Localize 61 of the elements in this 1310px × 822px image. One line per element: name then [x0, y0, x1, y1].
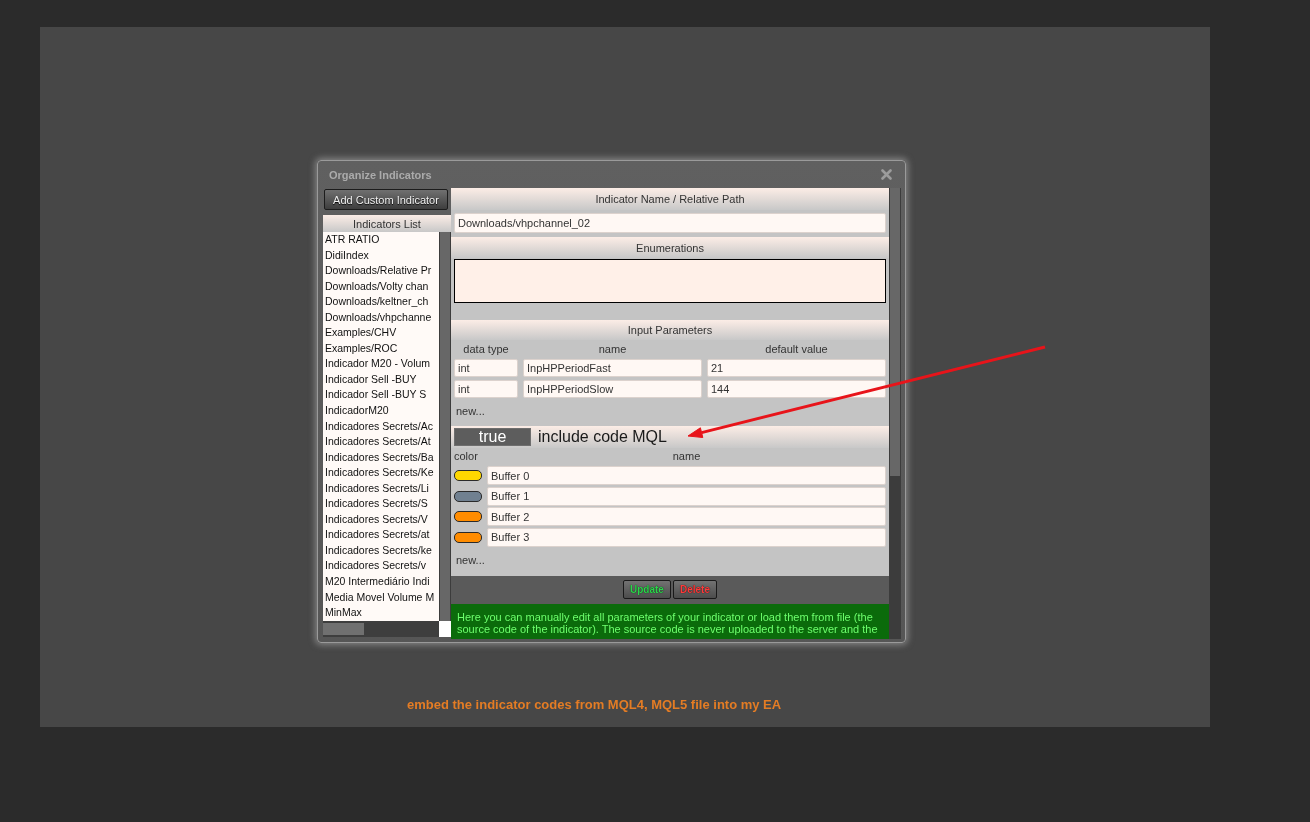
caption: embed the indicator codes from MQL4, MQL5 file into my EA	[407, 697, 782, 712]
list-item[interactable]: Downloads/Relative Pr	[323, 263, 439, 279]
vertical-scrollbar[interactable]	[439, 232, 451, 621]
data-type-field[interactable]: int	[454, 359, 518, 377]
list-item[interactable]: Media Movel Volume M	[323, 589, 439, 606]
list-item[interactable]: Indicadores Secrets/V	[323, 511, 439, 528]
buffer-name-field[interactable]: Buffer 1	[487, 486, 886, 506]
list-item[interactable]: Downloads/Volty chan	[323, 278, 439, 295]
section-header: Enumerations	[451, 237, 889, 258]
list-item[interactable]: Examples/ROC	[323, 340, 439, 357]
new-link[interactable]: new...	[456, 404, 485, 418]
list-item[interactable]: Downloads/keltner_ch	[323, 294, 439, 310]
list-item[interactable]: Downloads/vhpchanne	[323, 309, 439, 326]
help-text: Here you can manually edit all parameters of your indicator or load them from file (the source code of the indicator). The source code is never uploaded to the server and the	[451, 603, 889, 639]
buffer-name-field[interactable]: Buffer 0	[487, 466, 886, 485]
list-item[interactable]: Indicador Sell -BUY	[323, 371, 439, 388]
list-item[interactable]: Indicadores Secrets/At	[323, 434, 439, 450]
color-swatch-icon[interactable]	[454, 511, 482, 522]
list-item[interactable]: IndicadorM20	[323, 403, 439, 419]
list-item[interactable]: Indicadores Secrets/at	[323, 527, 439, 543]
buffer-name-field[interactable]: Buffer 2	[487, 507, 886, 526]
list-item[interactable]: ATR RATIO	[323, 232, 439, 248]
new-link[interactable]: new...	[456, 552, 485, 567]
list-item[interactable]: Indicadores Secrets/ke	[323, 542, 439, 559]
list-header: Indicators List	[323, 215, 451, 232]
color-swatch-icon[interactable]	[454, 470, 482, 481]
list-item[interactable]: Indicadores Secrets/Li	[323, 480, 439, 497]
list-item[interactable]: M20 Intermediário Indi	[323, 574, 439, 590]
list-item[interactable]: Indicadores Secrets/S	[323, 496, 439, 512]
add-custom-indicator-button[interactable]: Add Custom Indicator	[324, 189, 448, 210]
list-item[interactable]: Indicador M20 - Volum	[323, 356, 439, 372]
toggle-button[interactable]: true	[454, 428, 531, 446]
vertical-scrollbar[interactable]	[889, 188, 901, 639]
list-item[interactable]: Indicadores Secrets/Ke	[323, 465, 439, 481]
list-item[interactable]: DidiIndex	[323, 247, 439, 264]
parameter-name-field[interactable]: InpHPPeriodFast	[523, 359, 702, 377]
data-type-field[interactable]: int	[454, 380, 518, 398]
enumerations-field[interactable]	[454, 259, 886, 303]
section-header: Indicator Name / Relative Path	[451, 188, 889, 210]
list-item[interactable]: Indicador Sell -BUY S	[323, 387, 439, 403]
color-swatch-icon[interactable]	[454, 490, 482, 502]
column-label: color	[454, 449, 478, 462]
default-value-field[interactable]: 144	[707, 380, 886, 398]
list-item[interactable]: Indicadores Secrets/Ac	[323, 418, 439, 435]
list-item[interactable]: Indicadores Secrets/v	[323, 558, 439, 575]
column-label: name	[598, 343, 627, 355]
parameter-name-field[interactable]: InpHPPeriodSlow	[523, 380, 702, 398]
section-header: Input Parameters	[451, 320, 889, 340]
indicator-path-field[interactable]: Downloads/vhpchannel_02	[454, 213, 886, 233]
buffer-name-field[interactable]: Buffer 3	[487, 527, 886, 547]
horizontal-scrollbar[interactable]	[323, 621, 451, 637]
list-item[interactable]: MinMax	[323, 605, 439, 621]
default-value-field[interactable]: 21	[707, 359, 886, 377]
column-label: default value	[765, 343, 828, 355]
toggle-label: include code MQL	[538, 428, 667, 446]
list-item[interactable]: Examples/CHV	[323, 325, 439, 341]
color-swatch-icon[interactable]	[454, 531, 482, 543]
column-label: name	[672, 449, 701, 462]
window-title: Organize Indicators	[329, 168, 432, 181]
list-item[interactable]: Indicadores Secrets/Ba	[323, 449, 439, 466]
column-label: data type	[463, 343, 509, 355]
